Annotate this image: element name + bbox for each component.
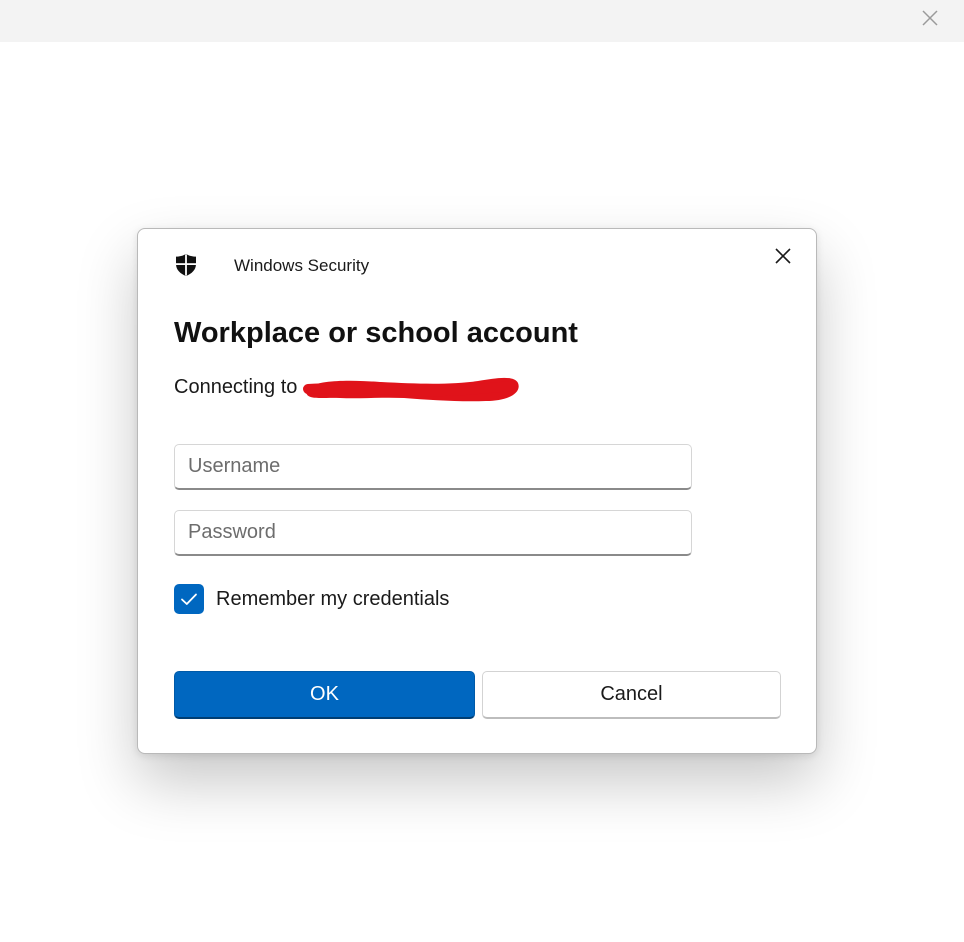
dialog-title: Workplace or school account bbox=[174, 317, 578, 349]
shield-icon bbox=[174, 253, 198, 277]
ok-button[interactable]: OK bbox=[174, 671, 475, 719]
app-name: Windows Security bbox=[234, 256, 370, 275]
cancel-button[interactable]: Cancel bbox=[482, 671, 781, 719]
checkbox-checked-icon[interactable] bbox=[174, 584, 204, 614]
redaction-mark bbox=[303, 377, 519, 402]
password-field[interactable] bbox=[174, 510, 692, 556]
window-title-bar bbox=[0, 0, 964, 42]
connecting-text: Connecting to bbox=[174, 376, 298, 398]
username-field[interactable] bbox=[174, 444, 692, 490]
dialog-close-icon[interactable] bbox=[772, 245, 794, 267]
remember-credentials-label: Remember my credentials bbox=[216, 587, 450, 610]
remember-credentials-checkbox[interactable]: Remember my credentials bbox=[174, 584, 449, 614]
window-close-icon[interactable] bbox=[920, 8, 940, 28]
windows-security-dialog: Windows Security Workplace or school acc… bbox=[137, 228, 817, 754]
